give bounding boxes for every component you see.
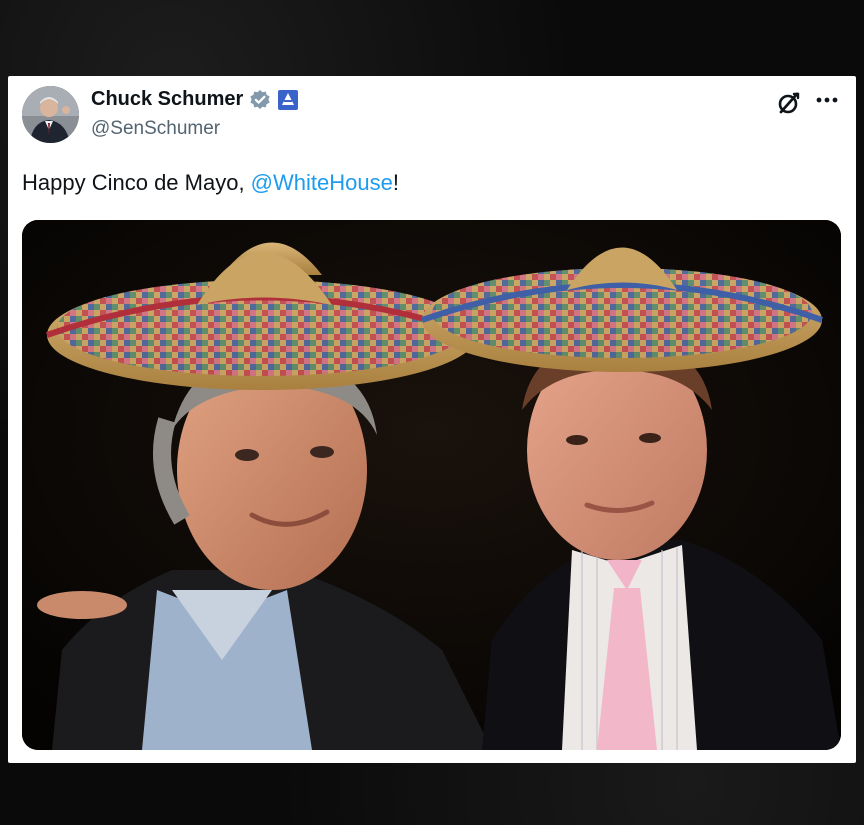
author-name-row: Chuck Schumer	[91, 88, 299, 111]
post-photo[interactable]	[22, 220, 841, 750]
author-display-name[interactable]: Chuck Schumer	[91, 88, 243, 111]
government-affiliate-icon[interactable]	[277, 89, 299, 111]
verified-badge-icon	[249, 89, 271, 111]
mention-link[interactable]: @WhiteHouse	[251, 170, 393, 195]
post-text: Happy Cinco de Mayo, @WhiteHouse!	[22, 170, 399, 196]
post-text-prefix: Happy Cinco de Mayo,	[22, 170, 251, 195]
author-avatar[interactable]	[22, 86, 79, 143]
post-card: Chuck Schumer @SenSchumer Happy Cinco de…	[8, 76, 856, 763]
author-handle[interactable]: @SenSchumer	[91, 118, 220, 140]
grok-icon[interactable]	[776, 90, 802, 116]
more-options-icon[interactable]	[814, 88, 842, 112]
post-text-suffix: !	[392, 170, 399, 195]
